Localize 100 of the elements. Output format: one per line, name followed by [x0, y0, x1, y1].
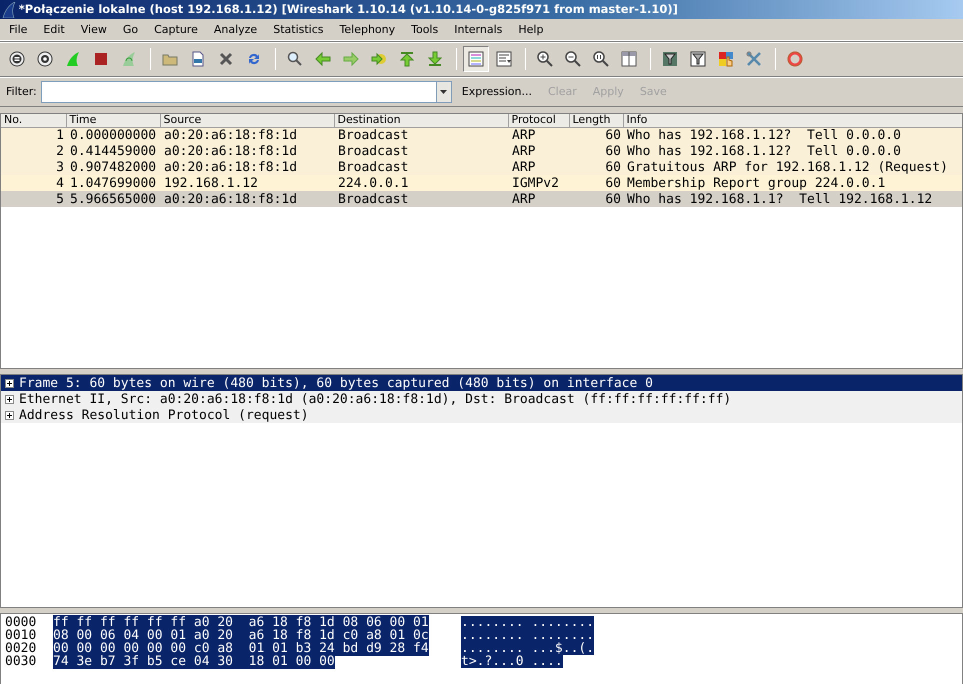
right-arrow-icon	[343, 51, 359, 67]
table-cell: ARP	[508, 159, 569, 175]
list-icon	[9, 51, 25, 67]
colored-lines-icon	[468, 51, 484, 67]
filter-button[interactable]: Expression...	[456, 84, 538, 100]
up-arrow-icon	[399, 51, 415, 67]
table-cell: 1.047699000	[66, 175, 160, 191]
table-cell: Broadcast	[334, 159, 508, 175]
byte-offset: 0010	[4, 629, 38, 642]
jump-arrow-icon	[371, 51, 387, 67]
table-cell: 0.907482000	[66, 159, 160, 175]
hex-bytes: 74 3e b7 3f b5 ce 04 30 18 01 00 00	[53, 654, 335, 669]
menu-item[interactable]: Statistics	[268, 18, 329, 40]
table-cell: Broadcast	[334, 191, 508, 207]
packet-row[interactable]: 2 0.414459000 a0:20:a6:18:f8:1d Broadcast ARP 60 Who has 192.168.1.12? Tell 0.0.0.0	[1, 143, 962, 159]
color-hand-icon	[718, 51, 734, 67]
filter-label: Filter:	[6, 84, 37, 100]
expand-icon[interactable]	[5, 378, 14, 388]
reload-icon	[246, 51, 262, 67]
table-cell: 60	[569, 143, 623, 159]
table-cell: 0.414459000	[66, 143, 160, 159]
resize-columns-icon	[621, 51, 637, 67]
funnel-icon	[662, 51, 678, 67]
table-cell: Broadcast	[334, 127, 508, 143]
table-cell: 5.966565000	[66, 191, 160, 207]
table-cell: ARP	[508, 127, 569, 143]
table-cell: a0:20:a6:18:f8:1d	[160, 159, 334, 175]
packet-row[interactable]: 1 0.000000000 a0:20:a6:18:f8:1d Broadcast ARP 60 Who has 192.168.1.12? Tell 0.0.0.0	[1, 127, 962, 143]
table-cell: Who has 192.168.1.12? Tell 0.0.0.0	[623, 127, 962, 143]
close-icon	[218, 51, 234, 67]
menu-item[interactable]: Go	[118, 18, 144, 40]
shark-fin-icon	[65, 51, 81, 67]
column-header[interactable]: Source	[160, 114, 334, 127]
ascii-bytes: ........ ...$..(.	[461, 642, 594, 655]
packet-row[interactable]: 5 5.966565000 a0:20:a6:18:f8:1d Broadcast ARP 60 Who has 192.168.1.1? Tell 192.168.1.12	[1, 191, 962, 207]
table-cell: 192.168.1.12	[160, 175, 334, 191]
search-icon	[287, 51, 303, 67]
file-icon	[190, 51, 206, 67]
stop-icon	[93, 51, 109, 67]
shark-fin-icon	[2, 2, 16, 18]
table-cell: 1	[1, 127, 66, 143]
table-cell: a0:20:a6:18:f8:1d	[160, 127, 334, 143]
ascii-bytes: ........ ........	[461, 616, 594, 629]
byte-offset: 0030	[4, 655, 38, 668]
expand-icon[interactable]	[5, 394, 14, 404]
table-cell: Who has 192.168.1.12? Tell 0.0.0.0	[623, 143, 962, 159]
tools-icon	[746, 51, 762, 67]
table-cell: 2	[1, 143, 66, 159]
byte-offset: 0000	[4, 616, 38, 629]
ascii-bytes: ........ ........	[461, 629, 594, 642]
expand-icon[interactable]	[5, 410, 14, 420]
table-cell: 60	[569, 127, 623, 143]
menu-item[interactable]: Help	[513, 18, 548, 40]
ascii-bytes: t>.?...0 ....	[461, 655, 563, 668]
hex-bytes: 00 00 00 00 00 00 c0 a8 01 01 b3 24 bd d9 28 f4	[53, 641, 429, 656]
left-arrow-icon	[315, 51, 331, 67]
table-cell: ARP	[508, 191, 569, 207]
column-header[interactable]: Info	[623, 114, 962, 127]
scroll-list-icon	[496, 51, 512, 67]
filter-field[interactable]	[40, 81, 437, 103]
lifebuoy-icon	[787, 51, 803, 67]
table-cell: IGMPv2	[508, 175, 569, 191]
menu-item[interactable]: Capture	[149, 18, 203, 40]
toolbar-button[interactable]	[463, 46, 489, 72]
menu-item[interactable]: Edit	[38, 18, 70, 40]
table-cell: 60	[569, 175, 623, 191]
menu-item[interactable]: Analyze	[208, 18, 262, 40]
table-cell: a0:20:a6:18:f8:1d	[160, 191, 334, 207]
table-cell: 4	[1, 175, 66, 191]
caret-icon	[440, 90, 448, 94]
table-cell: a0:20:a6:18:f8:1d	[160, 143, 334, 159]
down-arrow-icon	[427, 51, 443, 67]
zoom-reset-icon	[593, 51, 609, 67]
table-cell: 0.000000000	[66, 127, 160, 143]
window-title: *Połączenie lokalne (host 192.168.1.12) [Wireshark 1.10.14 (v1.10.14-0-g825f971 from master-1.10)]	[18, 1, 678, 18]
table-cell: 5	[1, 191, 66, 207]
column-header[interactable]: Length	[569, 114, 623, 127]
byte-offset: 0020	[4, 642, 38, 655]
table-cell: 60	[569, 191, 623, 207]
gear-icon	[37, 51, 53, 67]
menu-item[interactable]: File	[4, 18, 32, 40]
menu-item[interactable]: Internals	[449, 18, 508, 40]
table-cell: Gratuitous ARP for 192.168.1.12 (Request)	[623, 159, 962, 175]
table-cell: 224.0.0.1	[334, 175, 508, 191]
menu-item[interactable]: Telephony	[334, 18, 400, 40]
menu-item[interactable]: View	[76, 18, 112, 40]
table-cell: Who has 192.168.1.1? Tell 192.168.1.12	[623, 191, 962, 207]
column-header[interactable]: Destination	[334, 114, 508, 127]
packet-row[interactable]: 4 1.047699000 192.168.1.12 224.0.0.1 IGMPv2 60 Membership Report group 224.0.0.1	[1, 175, 962, 191]
zoom-in-icon	[537, 51, 553, 67]
table-cell: 3	[1, 159, 66, 175]
table-cell: ARP	[508, 143, 569, 159]
menu-item[interactable]: Tools	[406, 18, 444, 40]
column-header[interactable]: Time	[66, 114, 160, 127]
packet-row[interactable]: 3 0.907482000 a0:20:a6:18:f8:1d Broadcast ARP 60 Gratuitous ARP for 192.168.1.12 (Request)	[1, 159, 962, 175]
table-cell: Membership Report group 224.0.0.1	[623, 175, 962, 191]
funnel-icon	[690, 51, 706, 67]
column-header[interactable]: No.	[1, 114, 66, 127]
column-header[interactable]: Protocol	[508, 114, 569, 127]
fin-arrows-icon	[121, 51, 137, 67]
